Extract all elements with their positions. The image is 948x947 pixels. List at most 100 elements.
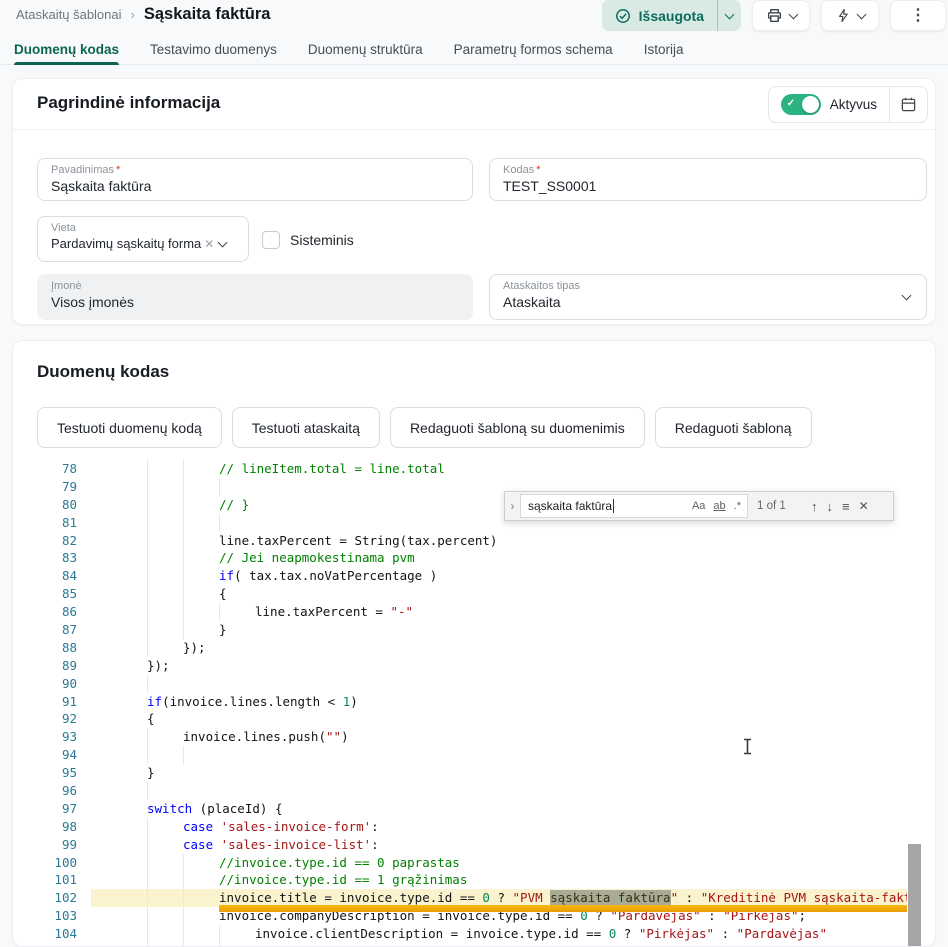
line-number: 81 (13, 514, 91, 532)
code-token: "-" (390, 604, 413, 619)
chevron-down-icon (725, 9, 735, 19)
find-widget: › sąskaita faktūra Aa ab .* 1 of 1 ↑ ↓ ≡… (504, 491, 894, 521)
schedule-button[interactable] (889, 87, 927, 122)
modified-line-underline-decoration (219, 905, 907, 912)
company-field[interactable]: Įmonė Visos įmonės (37, 274, 473, 320)
code-row[interactable]: 91if(invoice.lines.length < 1) (13, 693, 935, 711)
divider (13, 129, 935, 130)
code-text: //invoice.type.id == 1 grąžinimas (91, 871, 907, 889)
main-info-card: Pagrindinė informacija ✓ Aktyvus Pavadin… (12, 78, 936, 325)
indent-guide (147, 567, 148, 585)
code-row[interactable]: 86line.taxPercent = "-" (13, 603, 935, 621)
code-row[interactable]: 97switch (placeId) { (13, 800, 935, 818)
tab-duomenu-kodas[interactable]: Duomenų kodas (14, 34, 119, 64)
code-row[interactable]: 94 (13, 746, 935, 764)
code-row[interactable]: 98case 'sales-invoice-form': (13, 818, 935, 836)
indent-guide (183, 746, 184, 764)
find-in-selection-icon[interactable]: ≡ (842, 499, 850, 514)
saved-dropdown-button[interactable] (717, 0, 741, 31)
code-text: case 'sales-invoice-list': (91, 836, 907, 854)
systemic-checkbox[interactable] (262, 231, 280, 249)
code-text (91, 746, 907, 764)
line-number: 93 (13, 728, 91, 746)
indent-guide (147, 585, 148, 603)
report-type-value: Ataskaita (503, 294, 913, 310)
previous-match-icon[interactable]: ↑ (811, 499, 818, 514)
quick-actions-button[interactable] (821, 0, 879, 31)
code-token: if (147, 694, 162, 709)
tab-istorija[interactable]: Istorija (644, 34, 684, 64)
find-input[interactable]: sąskaita faktūra Aa ab .* (520, 494, 748, 518)
place-select-field[interactable]: Vieta Pardavimų sąskaitų forma ✕ (37, 216, 249, 262)
find-collapse-icon[interactable]: › (505, 499, 520, 513)
saved-main[interactable]: Išsaugota (602, 0, 717, 31)
edit-template-button[interactable]: Redaguoti šabloną (655, 407, 812, 448)
report-type-select-field[interactable]: Ataskaitos tipas Ataskaita (489, 274, 927, 320)
code-row[interactable]: 78// lineItem.total = line.total (13, 460, 935, 478)
regex-icon[interactable]: .* (734, 500, 741, 512)
code-text: break; (91, 943, 907, 946)
code-row[interactable]: 96 (13, 782, 935, 800)
active-toggle[interactable]: ✓ Aktyvus (769, 94, 889, 115)
test-data-code-button[interactable]: Testuoti duomenų kodą (37, 407, 222, 448)
code-token: if (219, 568, 234, 583)
clear-icon[interactable]: ✕ (204, 237, 214, 251)
code-row[interactable]: 92{ (13, 710, 935, 728)
code-row[interactable]: 85{ (13, 585, 935, 603)
code-row[interactable]: 87} (13, 621, 935, 639)
code-editor[interactable]: 78// lineItem.total = line.total7980// }… (13, 456, 935, 946)
indent-guide (183, 478, 184, 496)
line-number: 104 (13, 925, 91, 943)
line-number: 87 (13, 621, 91, 639)
code-text: }); (91, 639, 907, 657)
breadcrumb-parent-link[interactable]: Ataskaitų šablonai (16, 7, 122, 22)
code-row[interactable]: 99case 'sales-invoice-list': (13, 836, 935, 854)
code-row[interactable]: 89}); (13, 657, 935, 675)
company-field-value: Visos įmonės (51, 294, 459, 310)
code-token: ) (350, 694, 358, 709)
match-case-icon[interactable]: Aa (692, 500, 705, 512)
code-token: " (671, 890, 679, 905)
edit-template-with-data-button[interactable]: Redaguoti šabloną su duomenimis (390, 407, 645, 448)
saved-status-button[interactable]: Išsaugota (602, 0, 741, 31)
name-field[interactable]: Pavadinimas* Sąskaita faktūra (37, 158, 473, 201)
indent-guide (147, 549, 148, 567)
code-row[interactable]: 95} (13, 764, 935, 782)
code-row[interactable]: 83// Jei neapmokestinama pvm (13, 549, 935, 567)
tab-bar: Duomenų kodas Testavimo duomenys Duomenų… (0, 34, 948, 65)
code-row[interactable]: 88}); (13, 639, 935, 657)
indent-guide (147, 925, 148, 943)
indent-guide (219, 603, 220, 621)
whole-word-icon[interactable]: ab (713, 500, 725, 512)
code-row[interactable]: 90 (13, 675, 935, 693)
code-field[interactable]: Kodas* TEST_SS0001 (489, 158, 927, 201)
test-report-button[interactable]: Testuoti ataskaitą (232, 407, 380, 448)
tab-testavimo-duomenys[interactable]: Testavimo duomenys (150, 34, 277, 64)
code-text: //invoice.type.id == 0 paprastas (91, 854, 907, 872)
code-row[interactable]: 82line.taxPercent = String(tax.percent) (13, 532, 935, 550)
code-row[interactable]: 104invoice.clientDescription = invoice.t… (13, 925, 935, 943)
code-token: : (371, 837, 379, 852)
chevron-down-icon[interactable] (218, 237, 228, 247)
code-token: }); (183, 640, 206, 655)
tab-duomenu-struktura[interactable]: Duomenų struktūra (308, 34, 423, 64)
code-row[interactable]: 105break; (13, 943, 935, 946)
tab-parametru-formos-schema[interactable]: Parametrų formos schema (454, 34, 613, 64)
close-find-icon[interactable]: ✕ (859, 499, 869, 513)
code-token: ( tax.tax.noVatPercentage ) (234, 568, 437, 583)
toggle-switch[interactable]: ✓ (781, 94, 821, 115)
code-row[interactable]: 101//invoice.type.id == 1 grąžinimas (13, 871, 935, 889)
print-button[interactable] (752, 0, 810, 31)
code-lines: 78// lineItem.total = line.total7980// }… (13, 456, 935, 946)
vertical-scrollbar-thumb[interactable] (908, 844, 921, 946)
code-row[interactable]: 84if( tax.tax.noVatPercentage ) (13, 567, 935, 585)
code-token: }); (147, 658, 170, 673)
code-text: invoice.lines.push("") (91, 728, 907, 746)
code-row[interactable]: 100//invoice.type.id == 0 paprastas (13, 854, 935, 872)
next-match-icon[interactable]: ↓ (827, 499, 834, 514)
systemic-checkbox-label: Sisteminis (290, 232, 354, 248)
code-row[interactable]: 93invoice.lines.push("") (13, 728, 935, 746)
code-token: { (147, 711, 155, 726)
code-token: (invoice.lines.length < (162, 694, 343, 709)
more-menu-button[interactable]: ⋮ (890, 0, 946, 31)
